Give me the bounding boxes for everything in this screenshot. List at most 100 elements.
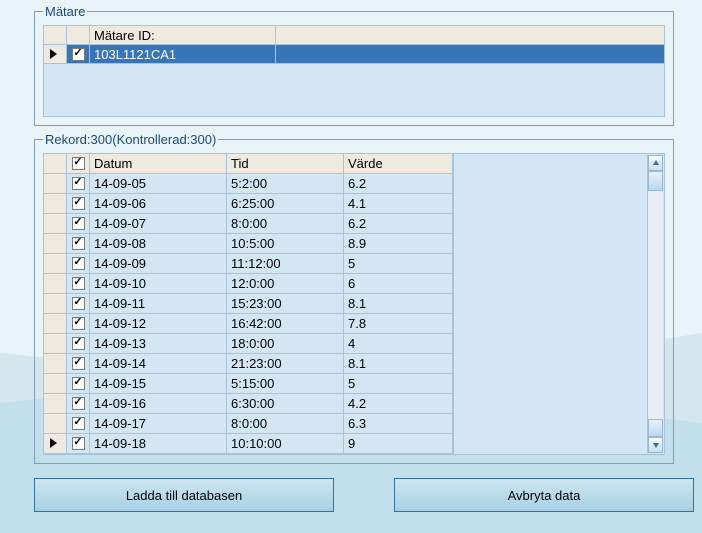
row-check[interactable] [67, 45, 90, 63]
matare-header-rowhead [44, 26, 67, 44]
cell-tid: 5:15:00 [227, 374, 344, 393]
row-indicator [44, 274, 67, 293]
matare-header-check[interactable] [67, 26, 90, 44]
checkbox-icon [72, 437, 85, 450]
row-indicator [44, 394, 67, 413]
cell-datum: 14-09-09 [90, 254, 227, 273]
row-indicator [44, 374, 67, 393]
scrollbar[interactable] [647, 155, 663, 453]
table-row[interactable]: 14-09-1318:0:004 [44, 334, 453, 354]
matare-legend: Mätare [43, 4, 87, 19]
table-row[interactable]: 14-09-155:15:005 [44, 374, 453, 394]
table-row[interactable]: 14-09-0810:5:008.9 [44, 234, 453, 254]
rekord-grid: Datum Tid Värde 14-09-055:2:006.214-09-0… [43, 153, 454, 455]
matare-empty-space [44, 64, 664, 116]
cell-tid: 16:42:00 [227, 314, 344, 333]
checkbox-icon [72, 397, 85, 410]
cell-tid: 6:30:00 [227, 394, 344, 413]
row-check[interactable] [67, 194, 90, 213]
checkbox-icon [72, 277, 85, 290]
checkbox-icon [72, 157, 85, 170]
rekord-header-check[interactable] [67, 154, 90, 173]
row-check[interactable] [67, 394, 90, 413]
scroll-up-icon[interactable] [648, 155, 663, 171]
table-row[interactable]: 14-09-1810:10:009 [44, 434, 453, 454]
cell-varde: 4 [344, 334, 453, 353]
row-check[interactable] [67, 234, 90, 253]
row-check[interactable] [67, 314, 90, 333]
row-check[interactable] [67, 254, 90, 273]
rekord-header-row: Datum Tid Värde [44, 154, 453, 174]
cell-tid: 12:0:00 [227, 274, 344, 293]
matare-col-id[interactable]: Mätare ID: [90, 26, 276, 44]
rekord-col-tid[interactable]: Tid [227, 154, 344, 173]
rekord-header-rowhead [44, 154, 67, 173]
row-check[interactable] [67, 174, 90, 193]
rekord-grid-empty [454, 153, 665, 455]
rekord-group: Rekord:300(Kontrollerad:300) Datum Tid V… [34, 132, 674, 464]
scroll-thumb[interactable] [648, 171, 663, 191]
cell-varde: 4.1 [344, 194, 453, 213]
load-button[interactable]: Ladda till databasen [34, 478, 334, 512]
table-row[interactable]: 14-09-166:30:004.2 [44, 394, 453, 414]
cell-datum: 14-09-15 [90, 374, 227, 393]
row-check[interactable] [67, 354, 90, 373]
table-row[interactable]: 14-09-178:0:006.3 [44, 414, 453, 434]
row-check[interactable] [67, 274, 90, 293]
cell-tid: 11:12:00 [227, 254, 344, 273]
cell-datum: 14-09-05 [90, 174, 227, 193]
cell-datum: 14-09-10 [90, 274, 227, 293]
cell-datum: 14-09-13 [90, 334, 227, 353]
row-indicator [44, 414, 67, 433]
table-row[interactable]: 14-09-1012:0:006 [44, 274, 453, 294]
checkbox-icon [72, 237, 85, 250]
table-row[interactable]: 14-09-1421:23:008.1 [44, 354, 453, 374]
rekord-col-datum[interactable]: Datum [90, 154, 227, 173]
table-row[interactable]: 14-09-066:25:004.1 [44, 194, 453, 214]
table-row[interactable]: 14-09-055:2:006.2 [44, 174, 453, 194]
scroll-track[interactable] [648, 171, 663, 437]
cell-varde: 4.2 [344, 394, 453, 413]
abort-button[interactable]: Avbryta data [394, 478, 694, 512]
rekord-col-varde[interactable]: Värde [344, 154, 453, 173]
cell-tid: 21:23:00 [227, 354, 344, 373]
table-row[interactable]: 14-09-0911:12:005 [44, 254, 453, 274]
matare-grid: Mätare ID: 103L1121CA1 [43, 25, 665, 117]
current-row-icon [50, 49, 57, 59]
cell-varde: 6.2 [344, 174, 453, 193]
scroll-down-icon[interactable] [648, 437, 663, 453]
cell-varde: 5 [344, 374, 453, 393]
cell-varde: 6 [344, 274, 453, 293]
cell-id: 103L1121CA1 [90, 45, 276, 63]
cell-datum: 14-09-12 [90, 314, 227, 333]
row-check[interactable] [67, 214, 90, 233]
cell-datum: 14-09-14 [90, 354, 227, 373]
current-row-icon [50, 438, 57, 448]
checkbox-icon [72, 177, 85, 190]
table-row[interactable]: 14-09-078:0:006.2 [44, 214, 453, 234]
table-row[interactable]: 14-09-1115:23:008.1 [44, 294, 453, 314]
table-row[interactable]: 14-09-1216:42:007.8 [44, 314, 453, 334]
cell-datum: 14-09-16 [90, 394, 227, 413]
row-indicator [44, 234, 67, 253]
cell-datum: 14-09-17 [90, 414, 227, 433]
row-check[interactable] [67, 414, 90, 433]
row-check[interactable] [67, 334, 90, 353]
table-row[interactable]: 103L1121CA1 [44, 45, 664, 64]
cell-tid: 8:0:00 [227, 414, 344, 433]
scroll-thumb-bottom[interactable] [648, 419, 663, 437]
checkbox-icon [72, 377, 85, 390]
row-indicator [44, 294, 67, 313]
row-indicator [44, 254, 67, 273]
checkbox-icon [72, 197, 85, 210]
row-check[interactable] [67, 434, 90, 453]
row-check[interactable] [67, 374, 90, 393]
checkbox-icon [72, 337, 85, 350]
cell-varde: 7.8 [344, 314, 453, 333]
row-indicator [44, 45, 67, 63]
cell-tid: 18:0:00 [227, 334, 344, 353]
checkbox-icon [72, 297, 85, 310]
cell-tid: 10:10:00 [227, 434, 344, 453]
row-check[interactable] [67, 294, 90, 313]
cell-tid: 8:0:00 [227, 214, 344, 233]
